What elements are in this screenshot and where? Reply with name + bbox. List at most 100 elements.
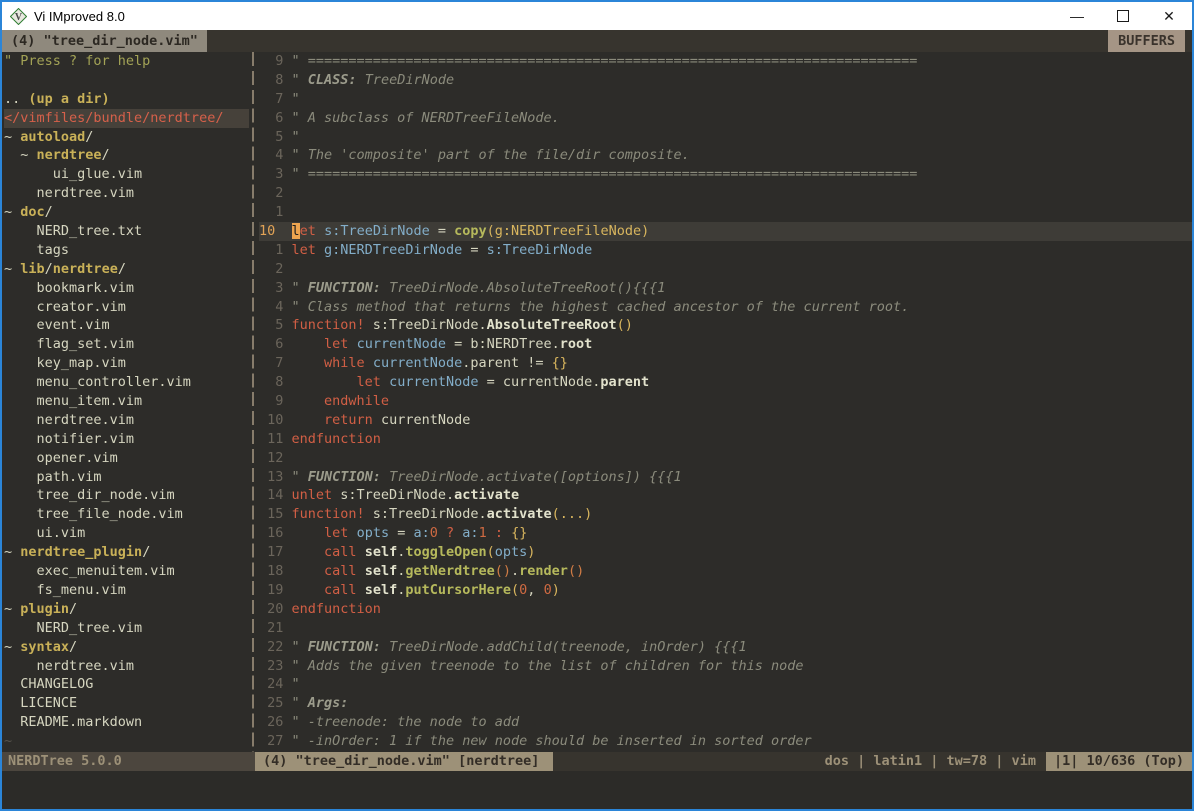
code-line[interactable]: 2 (259, 184, 1192, 203)
code-token: event.vim (4, 317, 110, 333)
nerdtree-line[interactable]: .. (up a dir) (4, 90, 249, 109)
code-line[interactable]: 3 " FUNCTION: TreeDirNode.AbsoluteTreeRo… (259, 279, 1192, 298)
code-line[interactable]: 13 " FUNCTION: TreeDirNode.activate([opt… (259, 468, 1192, 487)
nerdtree-line[interactable]: ~ syntax/ (4, 638, 249, 657)
nerdtree-line[interactable]: ~ nerdtree_plugin/ (4, 543, 249, 562)
nerdtree-line[interactable]: CHANGELOG (4, 675, 249, 694)
code-line[interactable]: 4 " The 'composite' part of the file/dir… (259, 146, 1192, 165)
code-token: / (85, 129, 93, 145)
nerdtree-line[interactable]: path.vim (4, 468, 249, 487)
code-token: FUNCTION: (308, 280, 381, 296)
code-line[interactable]: 26 " -treenode: the node to add (259, 713, 1192, 732)
window-split-separator[interactable] (252, 52, 254, 752)
code-line[interactable]: 19 call self.putCursorHere(0, 0) (259, 581, 1192, 600)
command-line[interactable] (2, 771, 1192, 809)
nerdtree-line[interactable] (4, 71, 249, 90)
nerdtree-line[interactable]: README.markdown (4, 713, 249, 732)
code-line[interactable]: 9 endwhile (259, 392, 1192, 411)
line-number: 14 (259, 486, 292, 505)
code-line[interactable]: 24 " (259, 675, 1192, 694)
code-line[interactable]: 9 " ====================================… (259, 52, 1192, 71)
nerdtree-line[interactable]: nerdtree.vim (4, 657, 249, 676)
code-token: " Class method that returns the highest … (292, 299, 910, 315)
code-line[interactable]: 7 " (259, 90, 1192, 109)
code-line[interactable]: 8 let currentNode = currentNode.parent (259, 373, 1192, 392)
nerdtree-line[interactable]: menu_item.vim (4, 392, 249, 411)
code-line[interactable]: 18 call self.getNerdtree().render() (259, 562, 1192, 581)
nerdtree-line[interactable]: tree_dir_node.vim (4, 486, 249, 505)
nerdtree-line[interactable]: tree_file_node.vim (4, 505, 249, 524)
nerdtree-line[interactable]: fs_menu.vim (4, 581, 249, 600)
nerdtree-line[interactable]: ~ autoload/ (4, 128, 249, 147)
code-line[interactable]: 5 " (259, 128, 1192, 147)
code-line[interactable]: 2 (259, 260, 1192, 279)
code-token: syntax (20, 639, 69, 655)
nerdtree-line[interactable]: opener.vim (4, 449, 249, 468)
nerdtree-line[interactable]: flag_set.vim (4, 335, 249, 354)
code-token (487, 525, 495, 541)
nerdtree-line[interactable]: ui_glue.vim (4, 165, 249, 184)
nerdtree-line[interactable]: ~ plugin/ (4, 600, 249, 619)
code-line[interactable]: 23 " Adds the given treenode to the list… (259, 657, 1192, 676)
code-line[interactable]: 14 unlet s:TreeDirNode.activate (259, 486, 1192, 505)
code-line[interactable]: 1 let g:NERDTreeDirNode = s:TreeDirNode (259, 241, 1192, 260)
code-line[interactable]: 10 let s:TreeDirNode = copy(g:NERDTreeFi… (259, 222, 1192, 241)
nerdtree-line[interactable]: ~ doc/ (4, 203, 249, 222)
code-line[interactable]: 4 " Class method that returns the highes… (259, 298, 1192, 317)
nerdtree-line[interactable]: nerdtree.vim (4, 184, 249, 203)
nerdtree-line[interactable]: NERD_tree.txt (4, 222, 249, 241)
nerdtree-pane[interactable]: " Press ? for help .. (up a dir)</vimfile… (2, 52, 249, 752)
code-line[interactable]: 6 let currentNode = b:NERDTree.root (259, 335, 1192, 354)
code-line[interactable]: 25 " Args: (259, 694, 1192, 713)
code-token: , (527, 582, 543, 598)
code-line[interactable]: 27 " -inOrder: 1 if the new node should … (259, 732, 1192, 751)
code-line[interactable]: 6 " A subclass of NERDTreeFileNode. (259, 109, 1192, 128)
nerdtree-line[interactable]: </vimfiles/bundle/nerdtree/ (4, 109, 249, 128)
nerdtree-line[interactable]: nerdtree.vim (4, 411, 249, 430)
nerdtree-line[interactable]: ~ lib/nerdtree/ (4, 260, 249, 279)
code-line[interactable]: 10 return currentNode (259, 411, 1192, 430)
nerdtree-line[interactable]: ui.vim (4, 524, 249, 543)
nerdtree-line[interactable]: ~ nerdtree/ (4, 146, 249, 165)
code-token: CHANGELOG (4, 676, 93, 692)
nerdtree-line[interactable]: ~ (4, 732, 249, 751)
line-number: 5 (259, 316, 292, 335)
code-line[interactable]: 1 (259, 203, 1192, 222)
code-line[interactable]: 20 endfunction (259, 600, 1192, 619)
code-token: nerdtree_plugin (20, 544, 142, 560)
code-line[interactable]: 15 function! s:TreeDirNode.activate(...) (259, 505, 1192, 524)
code-line[interactable]: 7 while currentNode.parent != {} (259, 354, 1192, 373)
nerdtree-line[interactable]: creator.vim (4, 298, 249, 317)
nerdtree-line[interactable]: tags (4, 241, 249, 260)
maximize-button[interactable] (1100, 2, 1146, 30)
nerdtree-line[interactable]: NERD_tree.vim (4, 619, 249, 638)
close-button[interactable]: ✕ (1146, 2, 1192, 30)
code-line[interactable]: 16 let opts = a:0 ? a:1 : {} (259, 524, 1192, 543)
nerdtree-line[interactable]: event.vim (4, 316, 249, 335)
code-token: menu_controller.vim (4, 374, 191, 390)
nerdtree-status: NERDTree 5.0.0 (2, 752, 255, 771)
nerdtree-line[interactable]: key_map.vim (4, 354, 249, 373)
minimize-button[interactable]: — (1054, 2, 1100, 30)
code-line[interactable]: 12 (259, 449, 1192, 468)
code-line[interactable]: 3 " ====================================… (259, 165, 1192, 184)
code-line[interactable]: 5 function! s:TreeDirNode.AbsoluteTreeRo… (259, 316, 1192, 335)
buffer-tab-line: (4) "tree_dir_node.vim" BUFFERS (2, 30, 1192, 52)
code-token: render (519, 563, 568, 579)
nerdtree-line[interactable]: " Press ? for help (4, 52, 249, 71)
title-bar[interactable]: V Vi IMproved 8.0 — ✕ (2, 2, 1192, 30)
code-line[interactable]: 22 " FUNCTION: TreeDirNode.addChild(tree… (259, 638, 1192, 657)
code-line[interactable]: 8 " CLASS: TreeDirNode (259, 71, 1192, 90)
nerdtree-line[interactable]: exec_menuitem.vim (4, 562, 249, 581)
code-line[interactable]: 17 call self.toggleOpen(opts) (259, 543, 1192, 562)
editor-pane[interactable]: 9 " ====================================… (257, 52, 1192, 752)
code-line[interactable]: 21 (259, 619, 1192, 638)
nerdtree-line[interactable]: LICENCE (4, 694, 249, 713)
tab-tree-dir-node[interactable]: (4) "tree_dir_node.vim" (2, 30, 207, 52)
buffers-label[interactable]: BUFFERS (1108, 30, 1185, 52)
nerdtree-line[interactable]: bookmark.vim (4, 279, 249, 298)
status-filename: (4) "tree_dir_node.vim" [nerdtree] (255, 752, 553, 771)
code-line[interactable]: 11 endfunction (259, 430, 1192, 449)
nerdtree-line[interactable]: notifier.vim (4, 430, 249, 449)
nerdtree-line[interactable]: menu_controller.vim (4, 373, 249, 392)
